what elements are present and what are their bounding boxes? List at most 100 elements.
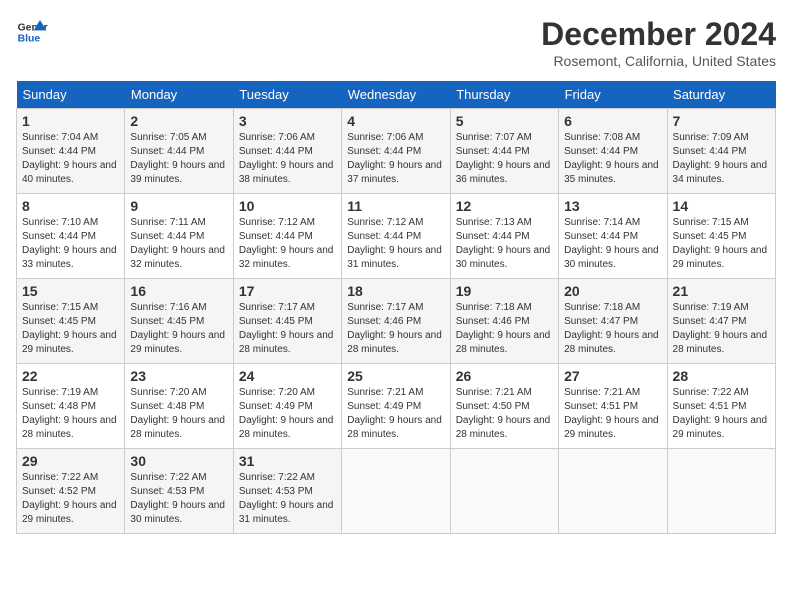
calendar-day-cell: 3 Sunrise: 7:06 AM Sunset: 4:44 PM Daylig… xyxy=(233,109,341,194)
day-info: Sunrise: 7:12 AM Sunset: 4:44 PM Dayligh… xyxy=(347,216,444,272)
day-info: Sunrise: 7:09 AM Sunset: 4:44 PM Dayligh… xyxy=(673,131,770,187)
location: Rosemont, California, United States xyxy=(541,53,776,69)
svg-text:Blue: Blue xyxy=(18,34,41,45)
day-number: 23 xyxy=(130,368,227,384)
day-number: 16 xyxy=(130,283,227,299)
calendar-day-cell: 25 Sunrise: 7:21 AM Sunset: 4:49 PM Dayli… xyxy=(342,364,450,449)
day-info: Sunrise: 7:21 AM Sunset: 4:49 PM Dayligh… xyxy=(347,386,444,442)
month-title: December 2024 xyxy=(541,16,776,53)
day-number: 8 xyxy=(22,198,119,214)
day-info: Sunrise: 7:04 AM Sunset: 4:44 PM Dayligh… xyxy=(22,131,119,187)
day-info: Sunrise: 7:22 AM Sunset: 4:53 PM Dayligh… xyxy=(239,471,336,527)
day-info: Sunrise: 7:19 AM Sunset: 4:48 PM Dayligh… xyxy=(22,386,119,442)
calendar-day-cell xyxy=(559,449,667,534)
day-number: 2 xyxy=(130,113,227,129)
day-info: Sunrise: 7:22 AM Sunset: 4:53 PM Dayligh… xyxy=(130,471,227,527)
day-info: Sunrise: 7:11 AM Sunset: 4:44 PM Dayligh… xyxy=(130,216,227,272)
calendar-day-cell: 23 Sunrise: 7:20 AM Sunset: 4:48 PM Dayli… xyxy=(125,364,233,449)
day-number: 21 xyxy=(673,283,770,299)
day-number: 3 xyxy=(239,113,336,129)
day-info: Sunrise: 7:22 AM Sunset: 4:51 PM Dayligh… xyxy=(673,386,770,442)
calendar-day-cell xyxy=(450,449,558,534)
calendar-day-cell: 1Sunrise: 7:04 AM Sunset: 4:44 PM Daylig… xyxy=(17,109,125,194)
day-number: 30 xyxy=(130,453,227,469)
weekday-header-cell: Tuesday xyxy=(233,81,341,109)
day-info: Sunrise: 7:12 AM Sunset: 4:44 PM Dayligh… xyxy=(239,216,336,272)
day-number: 7 xyxy=(673,113,770,129)
day-info: Sunrise: 7:15 AM Sunset: 4:45 PM Dayligh… xyxy=(22,301,119,357)
day-info: Sunrise: 7:22 AM Sunset: 4:52 PM Dayligh… xyxy=(22,471,119,527)
calendar-day-cell xyxy=(667,449,775,534)
weekday-header-cell: Thursday xyxy=(450,81,558,109)
day-info: Sunrise: 7:10 AM Sunset: 4:44 PM Dayligh… xyxy=(22,216,119,272)
day-number: 9 xyxy=(130,198,227,214)
calendar-day-cell: 4 Sunrise: 7:06 AM Sunset: 4:44 PM Daylig… xyxy=(342,109,450,194)
calendar-day-cell: 6 Sunrise: 7:08 AM Sunset: 4:44 PM Daylig… xyxy=(559,109,667,194)
calendar-day-cell: 11 Sunrise: 7:12 AM Sunset: 4:44 PM Dayli… xyxy=(342,194,450,279)
calendar-day-cell: 10 Sunrise: 7:12 AM Sunset: 4:44 PM Dayli… xyxy=(233,194,341,279)
day-info: Sunrise: 7:18 AM Sunset: 4:47 PM Dayligh… xyxy=(564,301,661,357)
day-info: Sunrise: 7:21 AM Sunset: 4:50 PM Dayligh… xyxy=(456,386,553,442)
calendar-body: 1Sunrise: 7:04 AM Sunset: 4:44 PM Daylig… xyxy=(17,109,776,534)
calendar-day-cell: 12 Sunrise: 7:13 AM Sunset: 4:44 PM Dayli… xyxy=(450,194,558,279)
day-number: 25 xyxy=(347,368,444,384)
calendar-day-cell: 8 Sunrise: 7:10 AM Sunset: 4:44 PM Daylig… xyxy=(17,194,125,279)
day-number: 12 xyxy=(456,198,553,214)
calendar-day-cell: 22 Sunrise: 7:19 AM Sunset: 4:48 PM Dayli… xyxy=(17,364,125,449)
day-info: Sunrise: 7:06 AM Sunset: 4:44 PM Dayligh… xyxy=(239,131,336,187)
day-number: 24 xyxy=(239,368,336,384)
page-header: General Blue December 2024 Rosemont, Cal… xyxy=(16,16,776,69)
calendar-day-cell: 21 Sunrise: 7:19 AM Sunset: 4:47 PM Dayli… xyxy=(667,279,775,364)
calendar-week-row: 29 Sunrise: 7:22 AM Sunset: 4:52 PM Dayli… xyxy=(17,449,776,534)
title-block: December 2024 Rosemont, California, Unit… xyxy=(541,16,776,69)
weekday-header-cell: Saturday xyxy=(667,81,775,109)
day-number: 14 xyxy=(673,198,770,214)
calendar-day-cell: 18Sunrise: 7:17 AM Sunset: 4:46 PM Dayli… xyxy=(342,279,450,364)
calendar-day-cell: 19Sunrise: 7:18 AM Sunset: 4:46 PM Dayli… xyxy=(450,279,558,364)
day-number: 27 xyxy=(564,368,661,384)
calendar-day-cell: 14Sunrise: 7:15 AM Sunset: 4:45 PM Dayli… xyxy=(667,194,775,279)
day-number: 13 xyxy=(564,198,661,214)
calendar-day-cell: 27 Sunrise: 7:21 AM Sunset: 4:51 PM Dayli… xyxy=(559,364,667,449)
calendar-day-cell: 24 Sunrise: 7:20 AM Sunset: 4:49 PM Dayli… xyxy=(233,364,341,449)
day-number: 18 xyxy=(347,283,444,299)
calendar-day-cell: 13Sunrise: 7:14 AM Sunset: 4:44 PM Dayli… xyxy=(559,194,667,279)
day-number: 29 xyxy=(22,453,119,469)
weekday-header-cell: Sunday xyxy=(17,81,125,109)
calendar-day-cell: 28Sunrise: 7:22 AM Sunset: 4:51 PM Dayli… xyxy=(667,364,775,449)
calendar-day-cell: 2 Sunrise: 7:05 AM Sunset: 4:44 PM Daylig… xyxy=(125,109,233,194)
day-info: Sunrise: 7:20 AM Sunset: 4:48 PM Dayligh… xyxy=(130,386,227,442)
day-info: Sunrise: 7:13 AM Sunset: 4:44 PM Dayligh… xyxy=(456,216,553,272)
calendar-week-row: 1Sunrise: 7:04 AM Sunset: 4:44 PM Daylig… xyxy=(17,109,776,194)
calendar-day-cell: 31 Sunrise: 7:22 AM Sunset: 4:53 PM Dayli… xyxy=(233,449,341,534)
day-number: 20 xyxy=(564,283,661,299)
day-number: 11 xyxy=(347,198,444,214)
day-number: 19 xyxy=(456,283,553,299)
calendar-day-cell: 26Sunrise: 7:21 AM Sunset: 4:50 PM Dayli… xyxy=(450,364,558,449)
calendar-day-cell: 17 Sunrise: 7:17 AM Sunset: 4:45 PM Dayli… xyxy=(233,279,341,364)
day-info: Sunrise: 7:17 AM Sunset: 4:45 PM Dayligh… xyxy=(239,301,336,357)
day-number: 31 xyxy=(239,453,336,469)
day-info: Sunrise: 7:21 AM Sunset: 4:51 PM Dayligh… xyxy=(564,386,661,442)
day-number: 4 xyxy=(347,113,444,129)
day-info: Sunrise: 7:05 AM Sunset: 4:44 PM Dayligh… xyxy=(130,131,227,187)
day-number: 5 xyxy=(456,113,553,129)
day-number: 10 xyxy=(239,198,336,214)
calendar-day-cell: 7 Sunrise: 7:09 AM Sunset: 4:44 PM Daylig… xyxy=(667,109,775,194)
day-number: 17 xyxy=(239,283,336,299)
day-info: Sunrise: 7:19 AM Sunset: 4:47 PM Dayligh… xyxy=(673,301,770,357)
day-number: 22 xyxy=(22,368,119,384)
calendar-week-row: 15Sunrise: 7:15 AM Sunset: 4:45 PM Dayli… xyxy=(17,279,776,364)
calendar-day-cell: 5Sunrise: 7:07 AM Sunset: 4:44 PM Daylig… xyxy=(450,109,558,194)
calendar-day-cell xyxy=(342,449,450,534)
calendar-day-cell: 9 Sunrise: 7:11 AM Sunset: 4:44 PM Daylig… xyxy=(125,194,233,279)
day-info: Sunrise: 7:06 AM Sunset: 4:44 PM Dayligh… xyxy=(347,131,444,187)
calendar-table: SundayMondayTuesdayWednesdayThursdayFrid… xyxy=(16,81,776,534)
day-info: Sunrise: 7:16 AM Sunset: 4:45 PM Dayligh… xyxy=(130,301,227,357)
logo: General Blue xyxy=(16,16,48,48)
calendar-day-cell: 15Sunrise: 7:15 AM Sunset: 4:45 PM Dayli… xyxy=(17,279,125,364)
day-info: Sunrise: 7:08 AM Sunset: 4:44 PM Dayligh… xyxy=(564,131,661,187)
day-number: 6 xyxy=(564,113,661,129)
day-info: Sunrise: 7:20 AM Sunset: 4:49 PM Dayligh… xyxy=(239,386,336,442)
calendar-week-row: 22 Sunrise: 7:19 AM Sunset: 4:48 PM Dayli… xyxy=(17,364,776,449)
